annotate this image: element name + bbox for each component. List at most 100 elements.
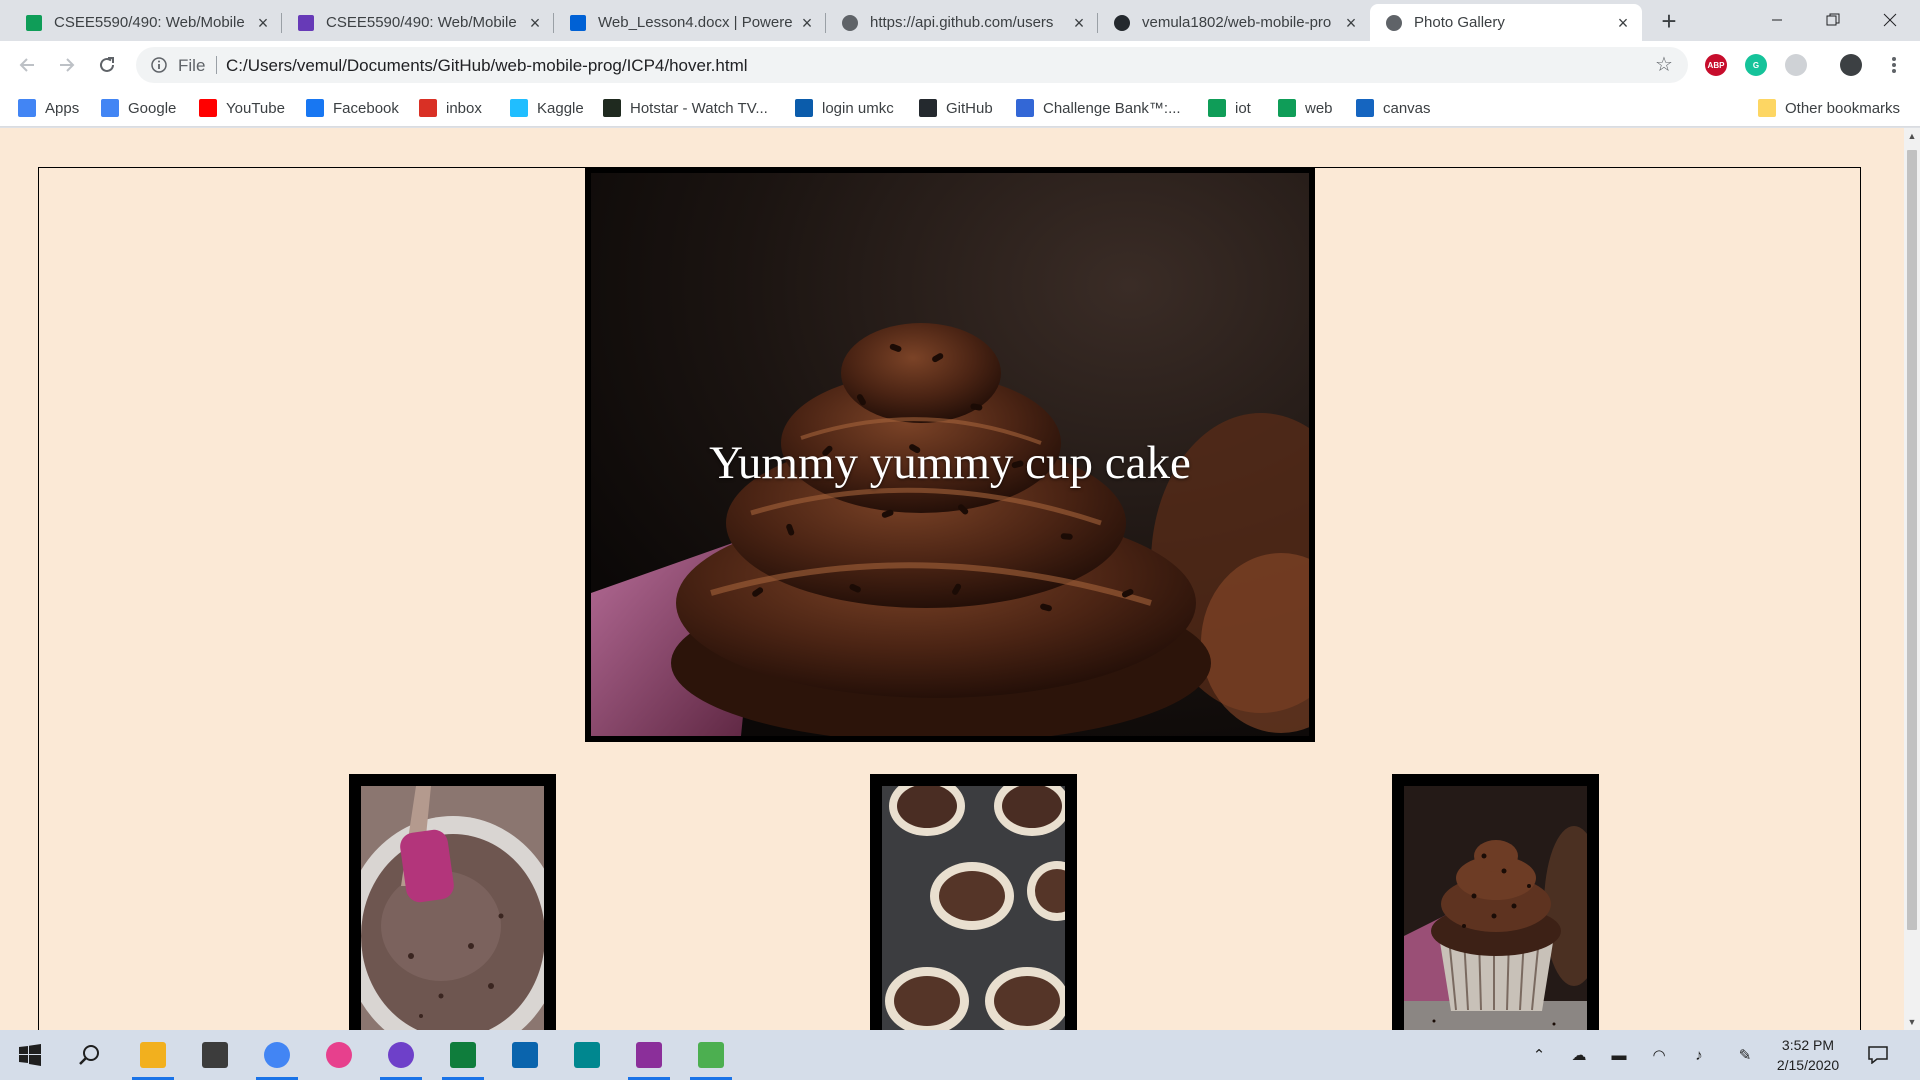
bookmark-star-icon[interactable]: ☆ [1652, 53, 1676, 77]
close-tab-icon[interactable]: × [1614, 14, 1632, 32]
browser-tab[interactable]: Web_Lesson4.docx | Powered × [554, 4, 826, 41]
box-icon [568, 13, 588, 33]
bookmark-item[interactable]: Kaggle [510, 97, 584, 119]
taskbar-app[interactable] [562, 1030, 612, 1080]
scrollbar-thumb[interactable] [1907, 150, 1917, 930]
browser-tab[interactable]: CSEE5590/490: Web/Mobile I × [10, 4, 282, 41]
bookmark-label: Challenge Bank™:... [1043, 99, 1181, 117]
close-icon [1883, 13, 1897, 27]
profile-avatar-icon[interactable] [1840, 54, 1862, 76]
show-hidden-icons-icon[interactable]: ⌃ [1527, 1043, 1551, 1067]
tab-title: Photo Gallery [1414, 14, 1505, 31]
wifi-icon[interactable]: ◠ [1647, 1043, 1671, 1067]
tab-title: CSEE5590/490: Web/Mobile I [54, 14, 248, 31]
taskbar-app[interactable] [314, 1030, 364, 1080]
close-tab-icon[interactable]: × [526, 14, 544, 32]
other-bookmarks[interactable]: Other bookmarks [1758, 97, 1900, 119]
volume-icon[interactable]: ♪ [1687, 1043, 1711, 1067]
start-button[interactable] [5, 1030, 55, 1080]
bookmark-item[interactable]: web [1278, 97, 1333, 119]
restore-button[interactable] [1803, 0, 1863, 40]
browser-tab[interactable]: Photo Gallery × [1370, 4, 1642, 41]
facebook-icon [306, 99, 324, 117]
reload-button[interactable] [93, 51, 121, 79]
scroll-down-icon[interactable]: ▼ [1904, 1014, 1920, 1030]
hero-image[interactable]: Yummy yummy cup cake [585, 167, 1315, 742]
close-tab-icon[interactable]: × [1342, 14, 1360, 32]
taskbar-app[interactable] [686, 1030, 736, 1080]
github-icon [919, 99, 937, 117]
github-icon [1112, 13, 1132, 33]
bookmark-item[interactable]: Challenge Bank™:... [1016, 97, 1181, 119]
browser-tab[interactable]: CSEE5590/490: Web/Mobile I × [282, 4, 554, 41]
bookmark-item[interactable]: GitHub [919, 97, 993, 119]
bookmark-item[interactable]: Hotstar - Watch TV... [603, 97, 768, 119]
taskbar-app[interactable] [376, 1030, 426, 1080]
close-tab-icon[interactable]: × [1070, 14, 1088, 32]
taskbar-app[interactable] [128, 1030, 178, 1080]
search-button[interactable] [64, 1030, 114, 1080]
notifications-icon[interactable] [1866, 1043, 1890, 1067]
taskbar-app[interactable] [624, 1030, 674, 1080]
bookmark-item[interactable]: Google [101, 97, 176, 119]
browser-tab[interactable]: https://api.github.com/users × [826, 4, 1098, 41]
new-tab-button[interactable]: + [1655, 8, 1683, 36]
minimize-button[interactable] [1747, 0, 1807, 40]
more-vertical-icon [1892, 57, 1896, 73]
bookmark-label: Hotstar - Watch TV... [630, 99, 768, 117]
url-scheme-label: File [178, 56, 206, 75]
bookmark-item[interactable]: YouTube [199, 97, 285, 119]
bookmark-label: YouTube [226, 99, 285, 117]
file-explorer-icon [140, 1042, 166, 1068]
windows-logo-icon [19, 1044, 41, 1066]
battery-icon[interactable]: ▬ [1607, 1043, 1631, 1067]
close-window-button[interactable] [1860, 0, 1920, 40]
sheets-icon [1278, 99, 1296, 117]
sheets-icon [1208, 99, 1226, 117]
close-tab-icon[interactable]: × [254, 14, 272, 32]
extension-icon[interactable] [1785, 54, 1807, 76]
arrow-right-icon [60, 58, 75, 72]
chocolate-batter-bowl-image [361, 786, 544, 1030]
bookmark-item[interactable]: Apps [18, 97, 79, 119]
thumbnail-2[interactable] [870, 774, 1077, 1030]
forward-button[interactable] [53, 51, 81, 79]
taskbar-app[interactable] [190, 1030, 240, 1080]
thumbnail-3[interactable] [1392, 774, 1599, 1030]
scroll-up-icon[interactable]: ▲ [1904, 128, 1920, 144]
onedrive-icon[interactable]: ☁ [1567, 1043, 1591, 1067]
taskbar-app[interactable] [438, 1030, 488, 1080]
browser-tab[interactable]: vemula1802/web-mobile-pro × [1098, 4, 1370, 41]
browser-menu-button[interactable] [1880, 51, 1908, 79]
system-clock[interactable]: 3:52 PM 2/15/2020 [1763, 1035, 1853, 1075]
sheets-icon [24, 13, 44, 33]
globe-icon [840, 13, 860, 33]
clock-date: 2/15/2020 [1776, 1057, 1840, 1073]
arrow-left-icon [19, 58, 34, 72]
close-tab-icon[interactable]: × [798, 14, 816, 32]
url-text[interactable]: C:/Users/vemul/Documents/GitHub/web-mobi… [226, 56, 748, 76]
taskbar-app[interactable] [500, 1030, 550, 1080]
adblock-plus-icon[interactable]: ABP [1705, 54, 1727, 76]
bookmark-item[interactable]: inbox [419, 97, 482, 119]
globe-icon [1384, 13, 1404, 33]
address-bar[interactable]: File C:/Users/vemul/Documents/GitHub/web… [136, 47, 1688, 83]
bookmark-label: inbox [446, 99, 482, 117]
back-button[interactable] [13, 51, 41, 79]
bookmark-item[interactable]: login umkc [795, 97, 894, 119]
browser-toolbar: File C:/Users/vemul/Documents/GitHub/web… [0, 41, 1920, 89]
windows-taskbar: ⌃ ☁ ▬ ◠ ♪ ✎ 3:52 PM 2/15/2020 [0, 1030, 1920, 1080]
vertical-scrollbar[interactable]: ▲ ▼ [1904, 128, 1920, 1030]
bookmark-item[interactable]: canvas [1356, 97, 1431, 119]
minimize-icon [1772, 19, 1782, 21]
bookmark-item[interactable]: Facebook [306, 97, 399, 119]
taskbar-app[interactable] [252, 1030, 302, 1080]
tab-title: https://api.github.com/users [870, 14, 1054, 31]
grammarly-icon[interactable]: G [1745, 54, 1767, 76]
tab-title: CSEE5590/490: Web/Mobile I [326, 14, 520, 31]
thumbnail-1[interactable] [349, 774, 556, 1030]
bookmark-item[interactable]: iot [1208, 97, 1251, 119]
pen-icon[interactable]: ✎ [1733, 1043, 1757, 1067]
forms-icon [296, 13, 316, 33]
info-icon[interactable] [150, 56, 168, 74]
